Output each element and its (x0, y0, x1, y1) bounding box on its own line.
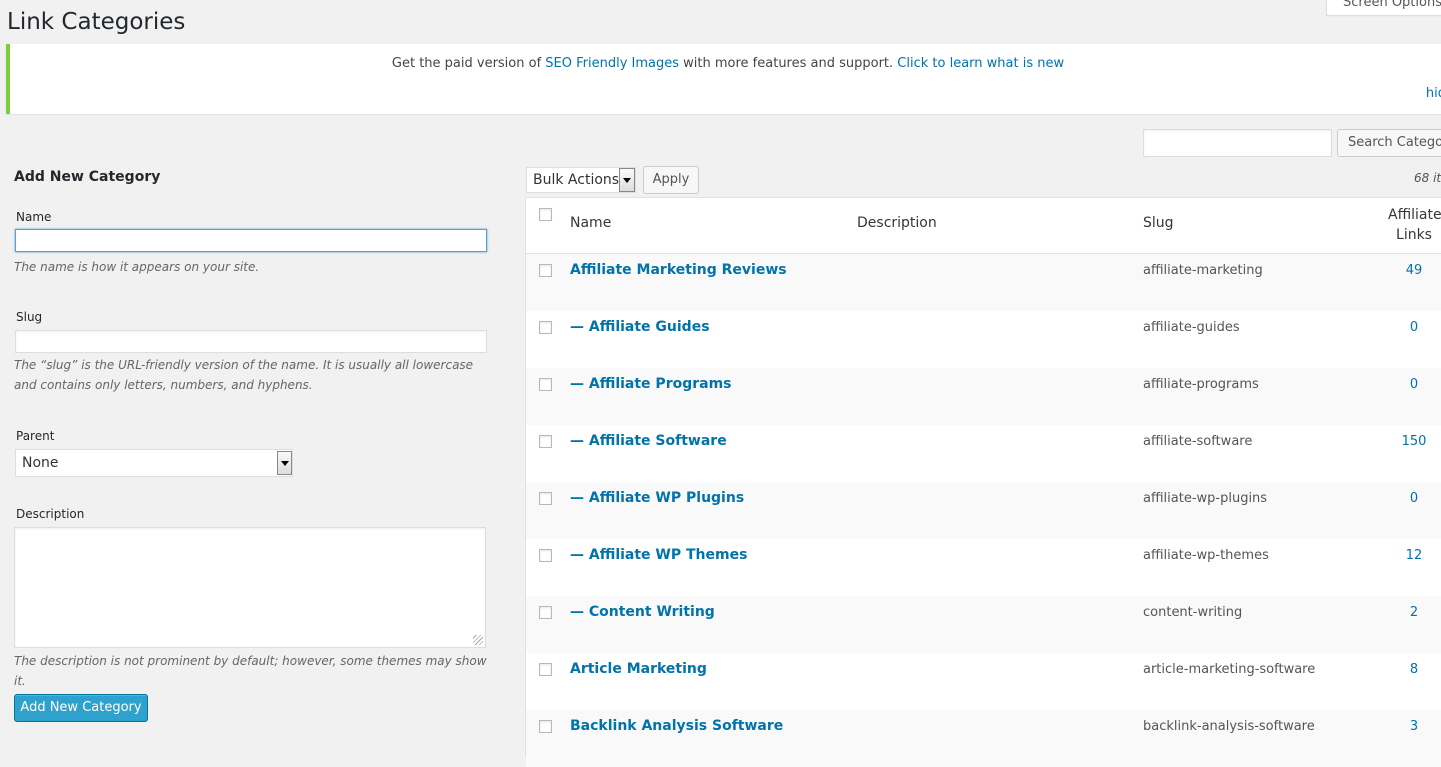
bulk-actions-select[interactable]: Bulk Actions (526, 167, 636, 193)
category-count-link[interactable]: 0 (1388, 491, 1440, 506)
table-row: — Affiliate Software affiliate-software … (526, 425, 1441, 482)
category-slug: affiliate-guides (1143, 320, 1240, 335)
table-row: — Affiliate WP Themes affiliate-wp-theme… (526, 539, 1441, 596)
column-description-header[interactable]: Description (857, 215, 937, 231)
description-label: Description (16, 507, 85, 521)
table-row: Affiliate Marketing Reviews affiliate-ma… (526, 254, 1441, 311)
add-new-category-button[interactable]: Add New Category (14, 694, 148, 722)
row-checkbox[interactable] (539, 720, 552, 733)
parent-label: Parent (16, 429, 55, 443)
category-name-link[interactable]: — Affiliate WP Themes (570, 547, 747, 563)
table-row: Article Marketing article-marketing-soft… (526, 653, 1441, 710)
category-slug: article-marketing-software (1143, 662, 1316, 677)
category-count-link[interactable]: 3 (1388, 719, 1440, 734)
learn-what-is-new-link[interactable]: Click to learn what is new (897, 56, 1064, 71)
category-name-link[interactable]: Article Marketing (570, 661, 707, 677)
category-count-link[interactable]: 8 (1388, 662, 1440, 677)
row-checkbox[interactable] (539, 606, 552, 619)
category-name-link[interactable]: — Affiliate Guides (570, 319, 710, 335)
select-all-checkbox[interactable] (539, 208, 552, 221)
apply-button[interactable]: Apply (643, 166, 699, 194)
description-help: The description is not prominent by defa… (14, 654, 487, 688)
table-row: — Affiliate Guides affiliate-guides 0 (526, 311, 1441, 368)
category-slug: affiliate-programs (1143, 377, 1259, 392)
slug-help: The “slug” is the URL-friendly version o… (14, 358, 474, 392)
name-label: Name (16, 210, 52, 224)
row-checkbox[interactable] (539, 321, 552, 334)
table-row: — Affiliate WP Plugins affiliate-wp-plug… (526, 482, 1441, 539)
column-name-header[interactable]: Name (570, 215, 611, 231)
category-slug: backlink-analysis-software (1143, 719, 1315, 734)
category-count-link[interactable]: 0 (1388, 320, 1440, 335)
categories-table: Name Description Slug Affiliate Links Af… (525, 197, 1441, 767)
category-count-link[interactable]: 150 (1388, 434, 1440, 449)
seo-friendly-images-link[interactable]: SEO Friendly Images (545, 56, 679, 71)
name-help: The name is how it appears on your site. (14, 260, 260, 274)
category-slug: affiliate-marketing (1143, 263, 1263, 278)
category-name-link[interactable]: — Affiliate WP Plugins (570, 490, 744, 506)
search-categories-button[interactable]: Search Categories (1337, 129, 1441, 157)
category-count-link[interactable]: 2 (1388, 605, 1440, 620)
row-checkbox[interactable] (539, 378, 552, 391)
seo-friendly-images-notice: Get the paid version of SEO Friendly Ima… (6, 44, 1441, 114)
screen-options-button[interactable]: Screen Options (1326, 0, 1441, 16)
notice-message: Get the paid version of SEO Friendly Ima… (10, 56, 1441, 71)
chevron-down-icon (619, 168, 635, 192)
notice-text-middle: with more features and support. (679, 56, 898, 71)
category-slug: affiliate-software (1143, 434, 1253, 449)
row-checkbox[interactable] (539, 264, 552, 277)
table-header: Name Description Slug Affiliate Links (526, 198, 1441, 254)
category-slug: content-writing (1143, 605, 1243, 620)
category-name-link[interactable]: Affiliate Marketing Reviews (570, 262, 787, 278)
row-checkbox[interactable] (539, 492, 552, 505)
category-count-link[interactable]: 12 (1388, 548, 1440, 563)
items-count: 68 items (1414, 171, 1441, 185)
bulk-actions-value: Bulk Actions (533, 172, 620, 188)
parent-select-value: None (22, 455, 59, 471)
table-row: — Affiliate Programs affiliate-programs … (526, 368, 1441, 425)
notice-text-before: Get the paid version of (391, 56, 546, 71)
add-new-category-heading: Add New Category (14, 169, 161, 185)
row-checkbox[interactable] (539, 663, 552, 676)
resize-handle-icon[interactable] (473, 635, 483, 645)
name-input[interactable] (15, 229, 487, 252)
category-slug: affiliate-wp-themes (1143, 548, 1269, 563)
table-row: Backlink Analysis Software backlink-anal… (526, 710, 1441, 767)
search-categories-input[interactable] (1143, 129, 1332, 157)
category-slug: affiliate-wp-plugins (1143, 491, 1268, 506)
slug-input[interactable] (15, 330, 487, 353)
row-checkbox[interactable] (539, 435, 552, 448)
row-checkbox[interactable] (539, 549, 552, 562)
table-row: — Content Writing content-writing 2 (526, 596, 1441, 653)
slug-label: Slug (16, 310, 43, 324)
category-name-link[interactable]: Backlink Analysis Software (570, 718, 783, 734)
column-affiliate-links-line2: Links (1396, 227, 1432, 243)
category-count-link[interactable]: 0 (1388, 377, 1440, 392)
category-name-link[interactable]: — Affiliate Programs (570, 376, 732, 392)
page-title: Link Categories (7, 9, 186, 35)
description-textarea[interactable] (14, 527, 486, 648)
hide-notice-link[interactable]: hid (1426, 86, 1441, 101)
column-affiliate-links-header[interactable]: Affiliate Links (1388, 205, 1441, 245)
chevron-down-icon (277, 451, 292, 475)
category-count-link[interactable]: 49 (1388, 263, 1440, 278)
parent-select[interactable]: None (15, 449, 293, 477)
column-affiliate-links-line1: Affiliate (1388, 207, 1441, 223)
category-name-link[interactable]: — Content Writing (570, 604, 715, 620)
column-slug-header[interactable]: Slug (1143, 215, 1174, 231)
category-name-link[interactable]: — Affiliate Software (570, 433, 727, 449)
